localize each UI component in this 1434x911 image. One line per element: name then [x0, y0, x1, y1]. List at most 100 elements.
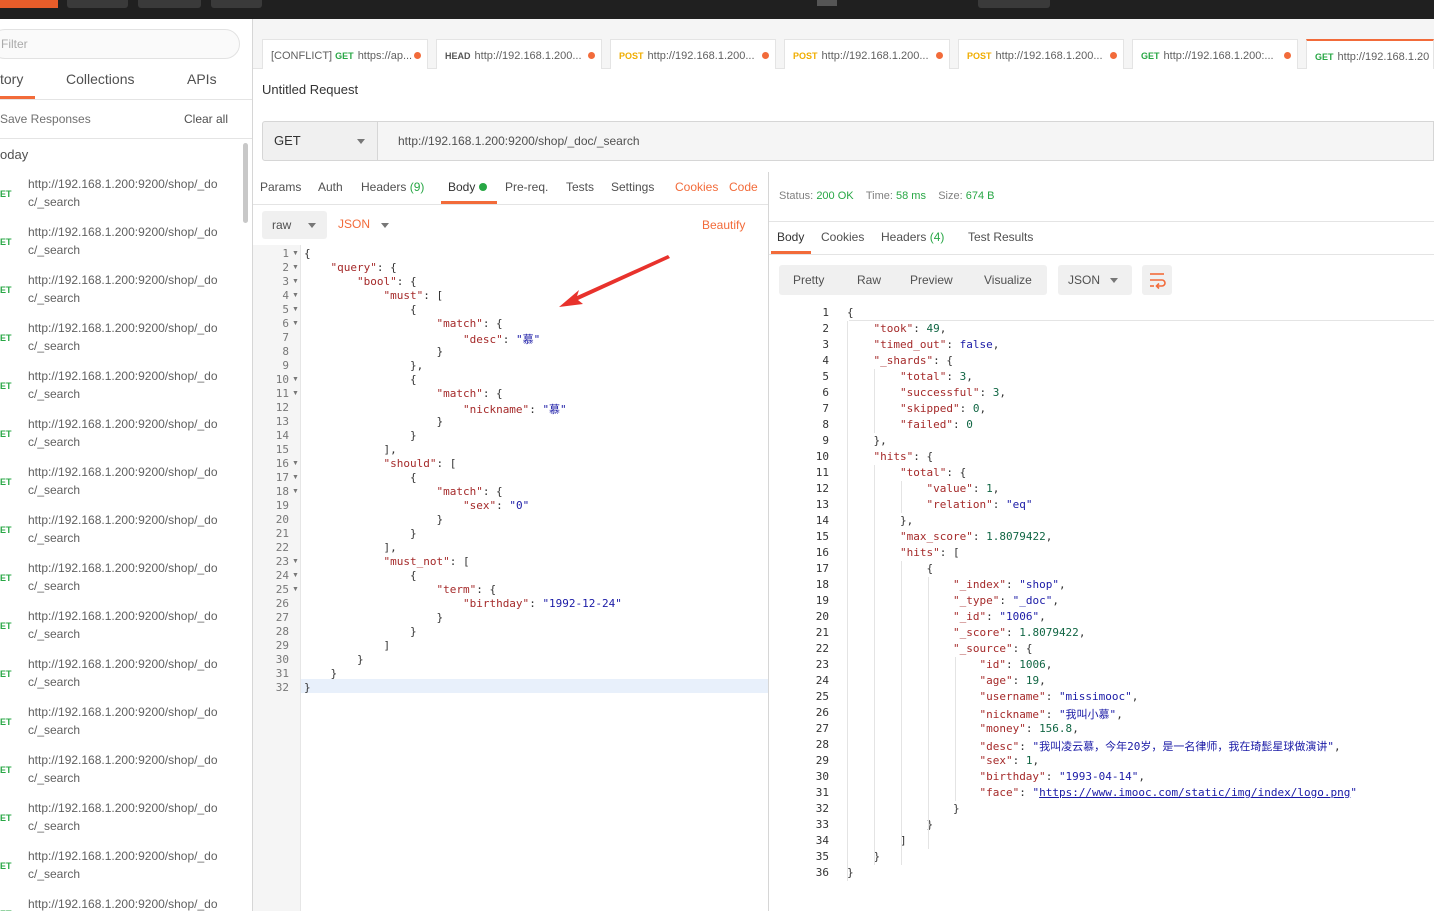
unsaved-dot-icon — [936, 52, 943, 59]
tab-settings[interactable]: Settings — [611, 180, 654, 194]
fold-icon[interactable]: ▼ — [292, 320, 299, 327]
request-tab[interactable]: POST http://192.168.1.200... — [784, 39, 950, 69]
line-number: 10 — [275, 373, 289, 386]
line-number: 7 — [282, 331, 289, 344]
request-tab[interactable]: GET http://192.168.1.20 — [1306, 39, 1434, 69]
runner-button[interactable] — [138, 0, 201, 8]
cookies-link[interactable]: Cookies — [675, 180, 718, 194]
tab-history[interactable]: tory — [0, 71, 23, 87]
new-button[interactable] — [0, 0, 58, 8]
save-responses-toggle[interactable]: Save Responses — [0, 112, 91, 126]
invite-button[interactable] — [978, 0, 1050, 8]
fold-icon[interactable]: ▼ — [292, 390, 299, 397]
fold-icon[interactable]: ▼ — [292, 586, 299, 593]
fold-icon[interactable]: ▼ — [292, 474, 299, 481]
history-item[interactable]: EThttp://192.168.1.200:9200/shop/_doc/_s… — [0, 268, 240, 316]
line-number: 9 — [822, 434, 829, 447]
wrap-lines-button[interactable] — [1142, 265, 1172, 295]
fold-icon[interactable]: ▼ — [292, 278, 299, 285]
history-item-url-line: http://192.168.1.200:9200/shop/_do — [28, 177, 218, 191]
request-tab[interactable]: HEAD http://192.168.1.200... — [436, 39, 602, 69]
filter-input[interactable]: Filter — [0, 29, 240, 59]
tab-auth[interactable]: Auth — [318, 180, 343, 194]
response-body-viewer[interactable]: 1 {2 "took": 49, 3 "timed_out": false, 4 "_… — [769, 305, 1434, 911]
resp-tab-cookies[interactable]: Cookies — [821, 230, 864, 244]
history-item[interactable]: EThttp://192.168.1.200:9200/shop/_doc/_s… — [0, 508, 240, 556]
history-item[interactable]: EThttp://192.168.1.200:9200/shop/_doc/_s… — [0, 556, 240, 604]
beautify-button[interactable]: Beautify — [702, 218, 745, 232]
line-number: 16 — [815, 546, 829, 559]
tab-body[interactable]: Body — [448, 180, 488, 194]
tab-collections[interactable]: Collections — [66, 71, 134, 87]
request-tab[interactable]: POST http://192.168.1.200... — [610, 39, 776, 69]
fold-icon[interactable]: ▼ — [292, 250, 299, 257]
history-item-url-line: c/_search — [28, 339, 81, 353]
request-tab-method: GET — [1315, 52, 1334, 62]
response-view-group: Pretty Raw Preview Visualize — [779, 265, 1047, 295]
code-line: "age": 19, — [979, 674, 1046, 687]
resp-tab-body[interactable]: Body — [777, 230, 804, 244]
request-body-editor[interactable]: 1 ▼ 2 ▼ 3 ▼ 4 ▼ 5 ▼ 6 ▼ 7 8 9 10 ▼ 11 ▼ 12 13 14 15 16 ▼ 17 ▼ 18 ▼ 19… — [253, 245, 768, 911]
response-format-label: JSON — [1068, 273, 1101, 287]
tab-prerequest[interactable]: Pre-req. — [505, 180, 548, 194]
history-item[interactable]: EThttp://192.168.1.200:9200/shop/_doc/_s… — [0, 412, 240, 460]
tab-headers[interactable]: Headers (9) — [361, 180, 424, 194]
history-item[interactable]: EThttp://192.168.1.200:9200/shop/_doc/_s… — [0, 172, 240, 220]
history-item-url: http://192.168.1.200:9200/shop/_do c/_sea… — [28, 655, 233, 691]
request-tab[interactable]: POST http://192.168.1.200... — [958, 39, 1124, 69]
fold-icon[interactable]: ▼ — [292, 306, 299, 313]
view-raw[interactable]: Raw — [857, 273, 881, 287]
tab-tests[interactable]: Tests — [566, 180, 594, 194]
body-mode-select[interactable]: raw — [262, 211, 327, 239]
request-tab[interactable]: GET http://192.168.1.200:... — [1132, 39, 1298, 69]
body-format-select[interactable]: JSON — [338, 217, 389, 231]
import-button[interactable] — [67, 0, 128, 8]
request-title[interactable]: Untitled Request — [262, 82, 358, 97]
code-line: { — [304, 471, 417, 484]
url-input[interactable]: http://192.168.1.200:9200/shop/_doc/_sea… — [377, 121, 1434, 161]
view-pretty[interactable]: Pretty — [793, 273, 824, 287]
tab-params[interactable]: Params — [260, 180, 301, 194]
fold-icon[interactable]: ▼ — [292, 488, 299, 495]
history-item-url-line: c/_search — [28, 243, 81, 257]
active-line-highlight — [253, 679, 768, 693]
code-link[interactable]: Code — [729, 180, 758, 194]
history-item[interactable]: EThttp://192.168.1.200:9200/shop/_doc/_s… — [0, 220, 240, 268]
resp-tab-test-results[interactable]: Test Results — [968, 230, 1033, 244]
tab-apis[interactable]: APIs — [187, 71, 217, 87]
response-format-select[interactable]: JSON — [1058, 265, 1132, 295]
fold-icon[interactable]: ▼ — [292, 292, 299, 299]
history-item[interactable]: EThttp://192.168.1.200:9200/shop/_doc/_s… — [0, 316, 240, 364]
history-item[interactable]: EThttp://192.168.1.200:9200/shop/_doc/_s… — [0, 844, 240, 892]
view-preview[interactable]: Preview — [910, 273, 953, 287]
method-select[interactable]: GET — [262, 121, 378, 161]
history-item[interactable]: EThttp://192.168.1.200:9200/shop/_doc/_s… — [0, 604, 240, 652]
fold-icon[interactable]: ▼ — [292, 264, 299, 271]
history-item[interactable]: EThttp://192.168.1.200:9200/shop/_doc/_s… — [0, 796, 240, 844]
history-item[interactable]: EThttp://192.168.1.200:9200/shop/_doc/_s… — [0, 748, 240, 796]
open-new-button[interactable] — [211, 0, 262, 8]
history-item[interactable]: EThttp://192.168.1.200:9200/shop/_doc/_s… — [0, 892, 240, 911]
history-item-url: http://192.168.1.200:9200/shop/_do c/_sea… — [28, 463, 233, 499]
fold-icon[interactable]: ▼ — [292, 558, 299, 565]
fold-icon[interactable]: ▼ — [292, 572, 299, 579]
history-item[interactable]: EThttp://192.168.1.200:9200/shop/_doc/_s… — [0, 364, 240, 412]
line-number: 28 — [275, 625, 289, 638]
history-item[interactable]: EThttp://192.168.1.200:9200/shop/_doc/_s… — [0, 460, 240, 508]
view-visualize[interactable]: Visualize — [984, 273, 1032, 287]
fold-icon[interactable]: ▼ — [292, 460, 299, 467]
line-number: 3 — [822, 338, 829, 351]
resp-tab-headers[interactable]: Headers (4) — [881, 230, 944, 244]
code-line: ], — [304, 541, 397, 554]
clear-all-button[interactable]: Clear all — [184, 112, 228, 126]
history-item-method: ET — [0, 237, 12, 247]
fold-icon[interactable]: ▼ — [292, 376, 299, 383]
sidebar-scrollbar[interactable] — [243, 143, 248, 223]
line-number: 6 — [282, 317, 289, 330]
request-tab-url: http://192.168.1.20 — [1337, 51, 1430, 63]
body-indicator-dot — [479, 183, 488, 191]
history-item[interactable]: EThttp://192.168.1.200:9200/shop/_doc/_s… — [0, 652, 240, 700]
line-number: 25 — [275, 583, 289, 596]
request-tab[interactable]: [CONFLICT] GET https://ap... — [262, 39, 428, 69]
history-item[interactable]: EThttp://192.168.1.200:9200/shop/_doc/_s… — [0, 700, 240, 748]
